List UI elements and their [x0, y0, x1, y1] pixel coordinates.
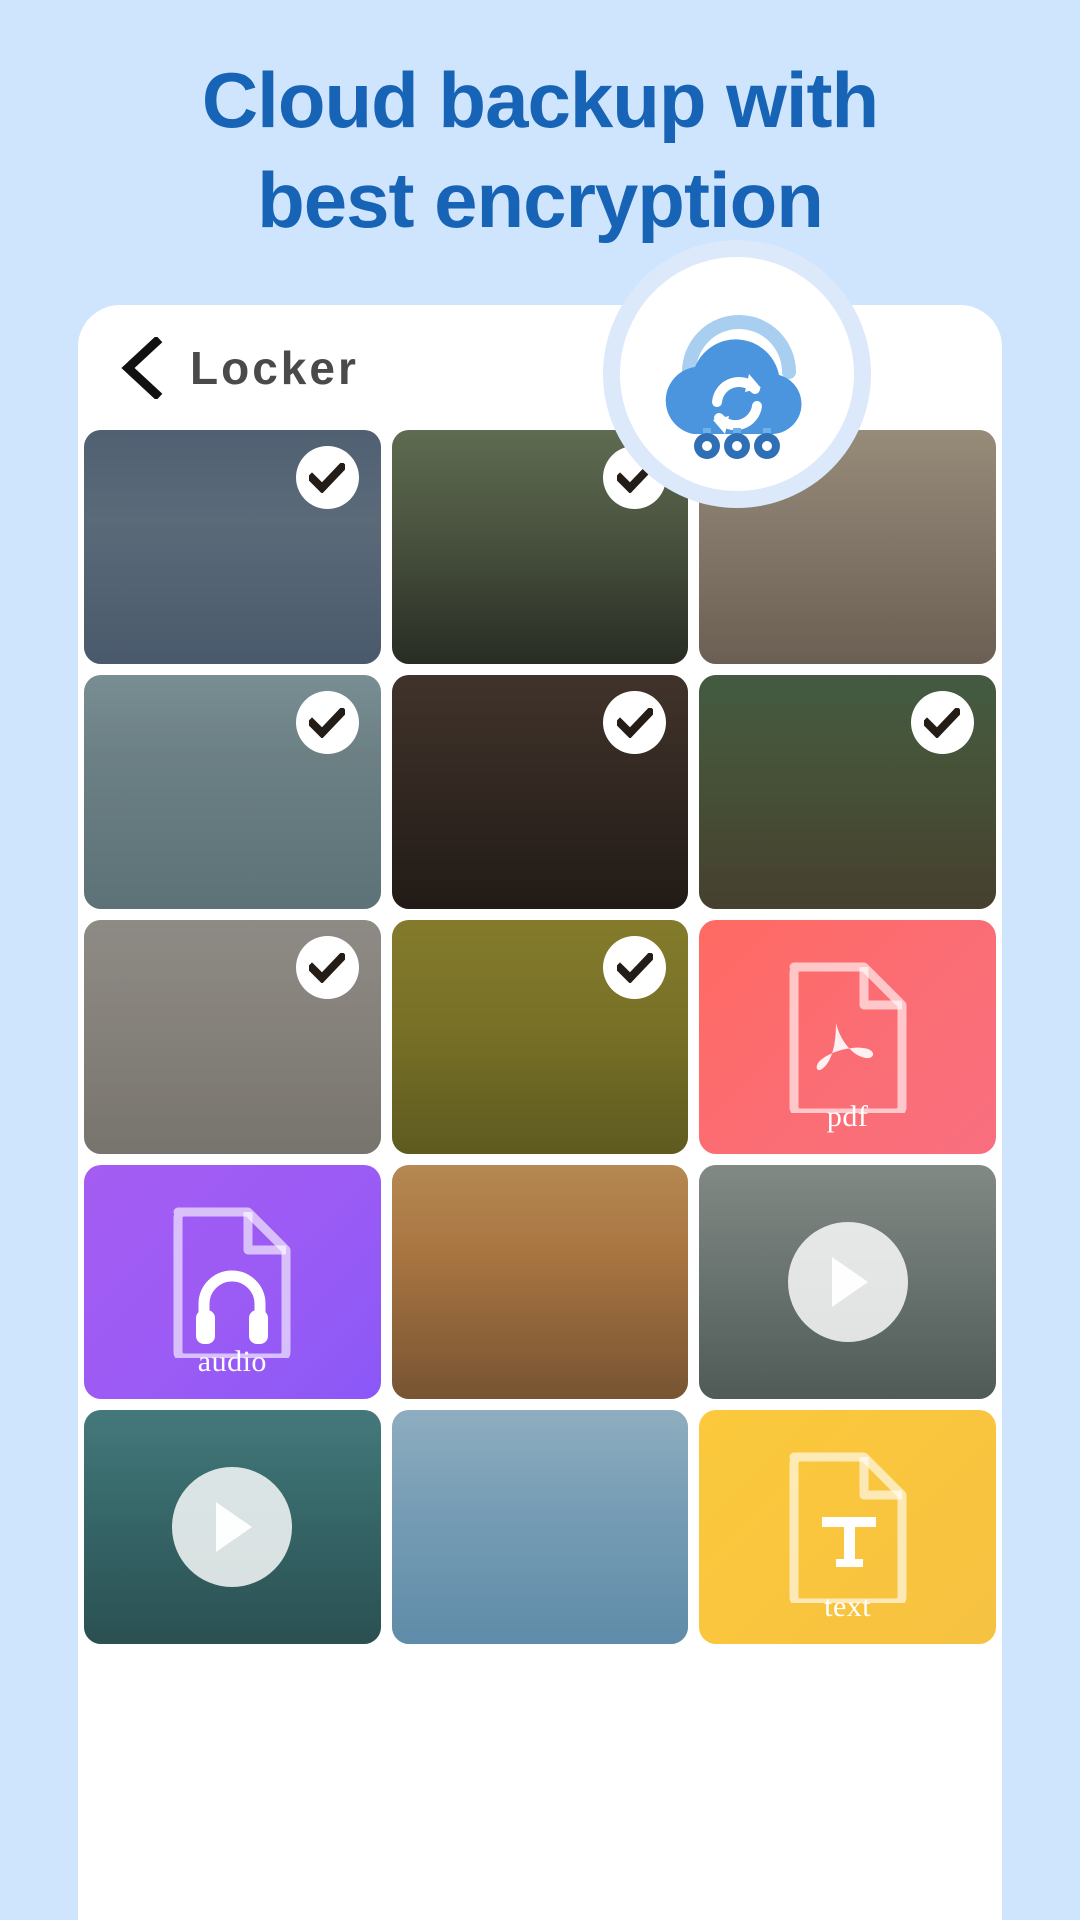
selected-checkmark-badge[interactable] — [295, 691, 359, 754]
file-type-label: pdf — [826, 1100, 869, 1133]
photo-thumbnail — [391, 1410, 689, 1644]
selected-checkmark-badge[interactable] — [910, 691, 974, 754]
headline-line-1: Cloud backup with — [201, 56, 879, 144]
cloud-sync-icon — [645, 286, 831, 462]
pdf-glyph — [816, 1023, 873, 1071]
file-tile-pdf[interactable]: pdf — [699, 920, 996, 1154]
photo-tile[interactable] — [391, 920, 689, 1154]
text-file-icon — [784, 1451, 912, 1603]
media-grid: pdf audio text — [78, 430, 1002, 1644]
play-icon — [831, 1257, 868, 1307]
photo-tile[interactable] — [391, 1410, 689, 1644]
cloud-sync-badge — [603, 240, 871, 508]
photo-tile[interactable] — [391, 675, 689, 909]
file-tile-audio[interactable]: audio — [84, 1165, 381, 1399]
check-icon — [616, 707, 653, 738]
file-type-label: audio — [197, 1345, 267, 1378]
check-icon — [309, 952, 346, 983]
chevron-left-icon — [118, 336, 164, 399]
file-tile-text[interactable]: text — [699, 1410, 996, 1644]
photo-thumbnail — [391, 1165, 689, 1399]
check-icon — [616, 952, 653, 983]
file-type-label: text — [824, 1590, 872, 1623]
promo-headline: Cloud backup with best encryption — [0, 50, 1080, 250]
headline-line-2: best encryption — [257, 156, 824, 244]
back-button[interactable] — [110, 336, 172, 399]
letter-t-glyph — [821, 1517, 876, 1567]
photo-tile[interactable] — [699, 675, 996, 909]
play-button[interactable] — [172, 1467, 293, 1587]
photo-tile[interactable] — [84, 1410, 381, 1644]
check-icon — [309, 462, 346, 493]
page-title: Locker — [190, 341, 359, 394]
pdf-file-icon — [784, 961, 912, 1113]
photo-tile[interactable] — [84, 920, 381, 1154]
selected-checkmark-badge[interactable] — [295, 446, 359, 509]
photo-tile[interactable] — [84, 675, 381, 909]
app-screen-card: Locker pdf audio text — [78, 305, 1002, 1920]
check-icon — [924, 707, 961, 738]
photo-tile[interactable] — [391, 1165, 689, 1399]
selected-checkmark-badge[interactable] — [295, 936, 359, 999]
headphones-icon — [196, 1270, 269, 1344]
audio-file-icon — [168, 1206, 296, 1358]
photo-tile[interactable] — [84, 430, 381, 664]
photo-tile[interactable] — [699, 1165, 996, 1399]
play-button[interactable] — [787, 1222, 908, 1342]
check-icon — [309, 707, 346, 738]
play-icon — [216, 1502, 253, 1552]
selected-checkmark-badge[interactable] — [603, 691, 667, 754]
selected-checkmark-badge[interactable] — [603, 936, 667, 999]
